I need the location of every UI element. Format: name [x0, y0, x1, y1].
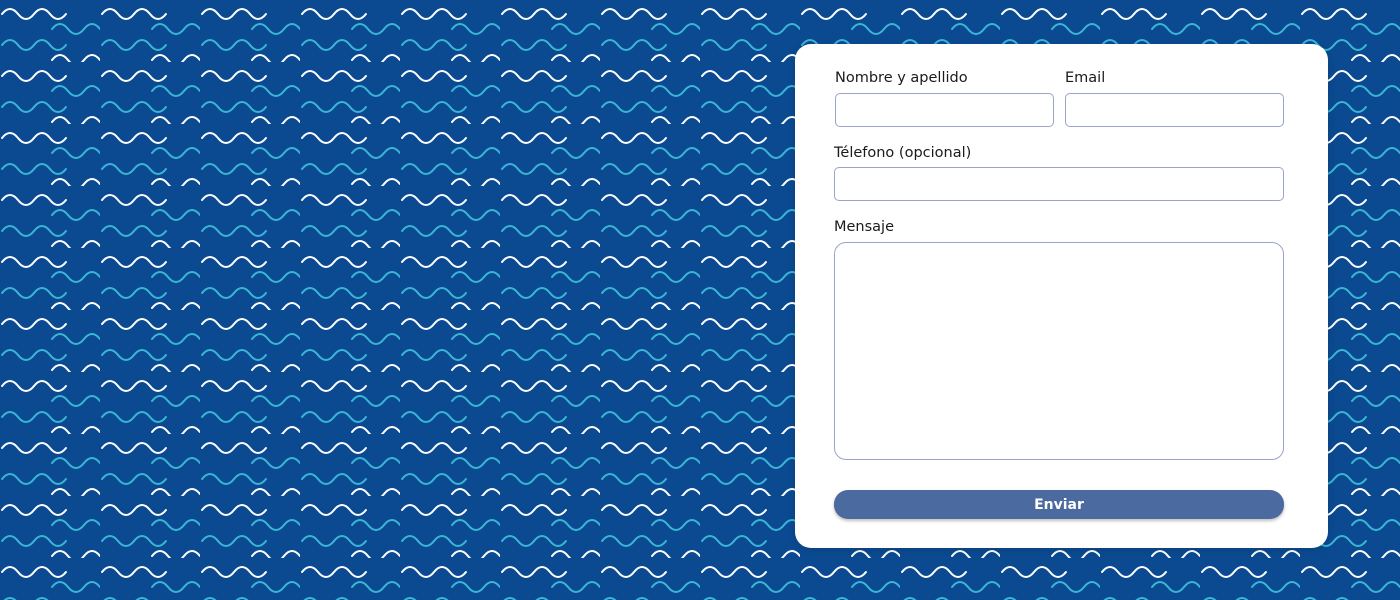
email-input[interactable]	[1065, 93, 1284, 127]
email-label: Email	[1065, 70, 1106, 86]
phone-input[interactable]	[834, 167, 1284, 201]
phone-label: Télefono (opcional)	[834, 145, 972, 161]
submit-button[interactable]: Enviar	[834, 490, 1284, 519]
name-label: Nombre y apellido	[835, 70, 968, 86]
contact-form-card: Nombre y apellido Email Télefono (opcion…	[795, 44, 1328, 548]
message-textarea[interactable]	[834, 242, 1284, 460]
message-label: Mensaje	[834, 219, 895, 235]
name-input[interactable]	[835, 93, 1054, 127]
